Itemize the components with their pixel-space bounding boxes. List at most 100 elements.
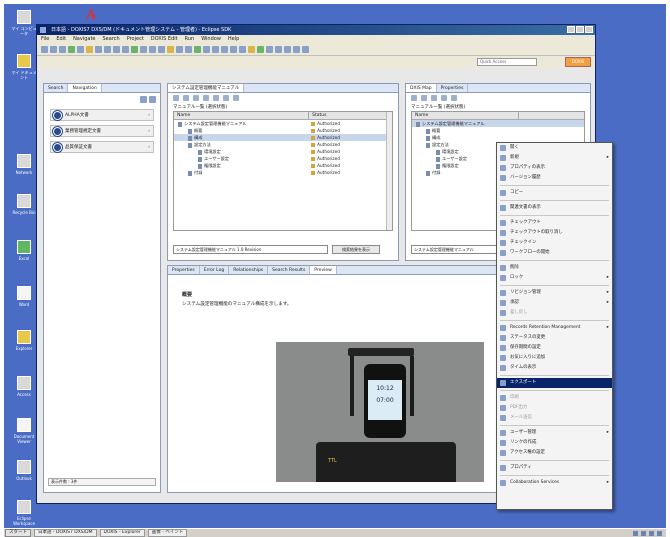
menu-window[interactable]: Window — [201, 35, 221, 44]
home-icon[interactable] — [193, 95, 199, 101]
back-icon[interactable] — [411, 95, 417, 101]
flag-icon[interactable] — [257, 46, 264, 53]
tab-search[interactable]: Search — [44, 84, 69, 92]
context-menu-item[interactable]: 承認 ▸ — [497, 298, 612, 308]
table-row[interactable]: 構成 Authorized — [174, 134, 392, 141]
context-menu-item[interactable]: エクスポート — [497, 378, 612, 388]
menu-doxis-edit[interactable]: DOXIS Edit — [151, 35, 178, 44]
back-icon[interactable] — [173, 95, 179, 101]
tab-search-results[interactable]: Search Results — [268, 266, 311, 274]
maximize-button[interactable] — [576, 26, 584, 33]
table-row[interactable]: 環境設定 Authorized — [174, 148, 392, 155]
table-row[interactable]: 構成 — [412, 134, 584, 141]
tab-properties[interactable]: Properties — [437, 84, 469, 92]
tab-properties[interactable]: Properties — [168, 266, 200, 274]
search-icon[interactable] — [113, 46, 120, 53]
copy-icon[interactable] — [95, 46, 102, 53]
desktop-icon[interactable]: Access — [10, 376, 38, 397]
context-menu-item[interactable]: チェックイン — [497, 238, 612, 248]
desktop-icon[interactable]: Network — [10, 154, 38, 175]
debug-icon[interactable] — [131, 46, 138, 53]
refresh-icon[interactable] — [233, 95, 239, 101]
minimize-button[interactable] — [567, 26, 575, 33]
volume-icon[interactable] — [641, 530, 646, 536]
table-row[interactable]: 設定方法 Authorized — [174, 141, 392, 148]
settings-icon[interactable] — [176, 46, 183, 53]
menu-search[interactable]: Search — [103, 35, 120, 44]
ime-icon[interactable] — [649, 530, 654, 536]
forward-icon[interactable] — [149, 46, 156, 53]
context-menu-item[interactable]: お気に入りに追加 — [497, 353, 612, 363]
refresh-icon[interactable] — [149, 96, 156, 103]
run-icon[interactable] — [122, 46, 129, 53]
path-field[interactable]: システム設定管理機能マニュアル 1.0 Revision — [173, 245, 328, 254]
print-icon[interactable] — [59, 46, 66, 53]
refresh-icon[interactable] — [158, 46, 165, 53]
context-menu-item[interactable]: ロック ▸ — [497, 273, 612, 283]
context-menu-item[interactable]: 保存期間の設定 — [497, 343, 612, 353]
sync-icon[interactable] — [221, 46, 228, 53]
context-menu-item[interactable]: タイムの表示 — [497, 363, 612, 373]
desktop-icon[interactable]: Outlook — [10, 460, 38, 481]
expand-icon[interactable] — [213, 95, 219, 101]
menu-project[interactable]: Project — [127, 35, 144, 44]
column-header-name[interactable]: Name — [412, 112, 519, 119]
nav-item[interactable]: 業務管理規定文書 › — [50, 125, 154, 137]
refresh-icon[interactable] — [451, 95, 457, 101]
vertical-scrollbar[interactable] — [386, 112, 392, 230]
context-menu-item[interactable]: 差し戻し — [497, 308, 612, 318]
nav-item[interactable]: 品質保証文書 › — [50, 141, 154, 153]
tab-navigation[interactable]: Navigation — [68, 84, 102, 92]
desktop-icon[interactable]: Document Viewer — [10, 418, 38, 444]
desktop-icon[interactable]: Eclipse Workspace — [10, 500, 38, 526]
context-menu-item[interactable]: Records Retention Management ▸ — [497, 323, 612, 333]
column-header-name[interactable]: Name — [174, 112, 310, 119]
context-menu-item[interactable]: 新規 ▸ — [497, 153, 612, 163]
tab-manual[interactable]: システム設定管理機能マニュアル — [168, 84, 245, 92]
context-menu-item[interactable]: チェックアウト — [497, 218, 612, 228]
table-row[interactable]: 概要 — [412, 127, 584, 134]
save-icon[interactable] — [50, 46, 57, 53]
import-icon[interactable] — [212, 46, 219, 53]
paste-icon[interactable] — [104, 46, 111, 53]
table-row[interactable]: システム設定管理機能マニュアル Authorized — [174, 120, 392, 127]
unlock-icon[interactable] — [239, 46, 246, 53]
taskbar-item[interactable]: DOXIS - Explorer — [99, 529, 145, 537]
context-menu-item[interactable]: リンクの作成 — [497, 438, 612, 448]
redo-icon[interactable] — [77, 46, 84, 53]
table-row[interactable]: システム設定管理機能マニュアル — [412, 120, 584, 127]
context-menu-item[interactable]: ユーザー管理 ▸ — [497, 428, 612, 438]
desktop-icon[interactable]: Excel — [10, 240, 38, 261]
export-icon[interactable] — [203, 46, 210, 53]
tab-relationships[interactable]: Relationships — [229, 266, 269, 274]
column-header-status[interactable]: Status — [309, 112, 326, 119]
back-icon[interactable] — [140, 46, 147, 53]
context-menu-item[interactable]: 関連文書の表示 — [497, 203, 612, 213]
table-row[interactable]: 権限設定 Authorized — [174, 162, 392, 169]
tag-icon[interactable] — [248, 46, 255, 53]
context-menu-item[interactable]: チェックアウトの取り消し — [497, 228, 612, 238]
context-menu-item[interactable]: アクセス権の設定 — [497, 448, 612, 458]
lock-icon[interactable] — [230, 46, 237, 53]
menu-edit[interactable]: Edit — [56, 35, 66, 44]
quick-access-input[interactable]: Quick Access — [477, 58, 537, 66]
context-menu-item[interactable]: リビジョン管理 ▸ — [497, 288, 612, 298]
context-menu-item[interactable]: ステータスの変更 — [497, 333, 612, 343]
context-menu-item[interactable]: メール送信 — [497, 413, 612, 423]
zoom-icon[interactable] — [302, 46, 309, 53]
cut-icon[interactable] — [86, 46, 93, 53]
context-menu-item[interactable]: ワークフローの開始 — [497, 248, 612, 258]
taskbar-item[interactable]: 日本語 - DOXIS7 DXS/DM — [34, 529, 97, 537]
start-button[interactable]: スタート — [5, 529, 31, 537]
filter-icon[interactable] — [203, 95, 209, 101]
context-menu-item[interactable]: Collaboration Services ▸ — [497, 478, 612, 488]
context-menu-item[interactable]: プロパティ — [497, 463, 612, 473]
taskbar-item[interactable]: 画像 - ペイント — [147, 529, 188, 537]
tab-dxis-map[interactable]: DXIS Map — [406, 84, 437, 92]
table-row[interactable]: 概要 Authorized — [174, 127, 392, 134]
context-menu-item[interactable]: 開く — [497, 143, 612, 153]
menu-help[interactable]: Help — [228, 35, 239, 44]
context-menu-item[interactable]: コピー — [497, 188, 612, 198]
home-icon[interactable] — [167, 46, 174, 53]
context-menu-item[interactable]: プロパティの表示 — [497, 163, 612, 173]
